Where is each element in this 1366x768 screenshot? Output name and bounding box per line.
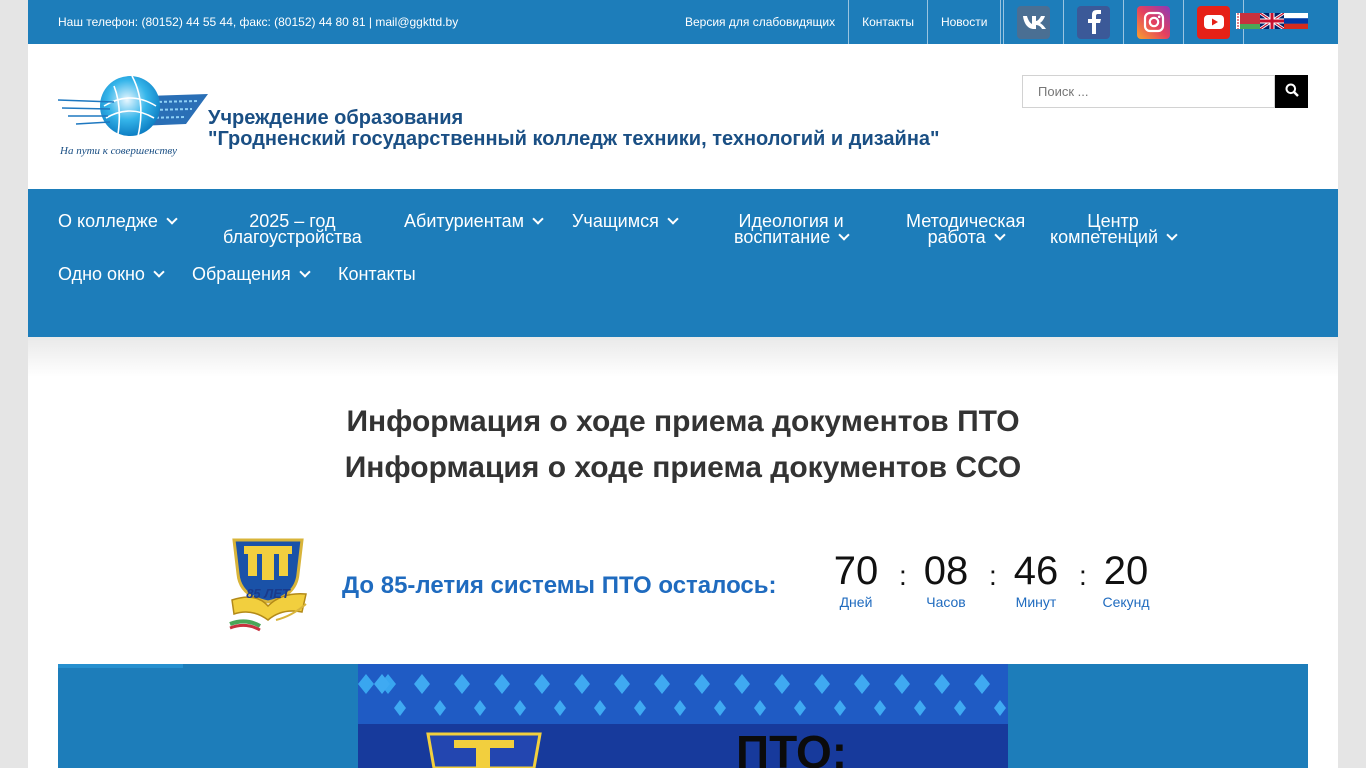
instagram-icon[interactable] bbox=[1137, 5, 1170, 39]
slider-progress bbox=[58, 664, 183, 668]
nav-item-year-2025[interactable]: 2025 – год благоустройства bbox=[223, 212, 362, 246]
contact-info: Наш телефон: (80152) 44 55 44, факс: (80… bbox=[58, 15, 459, 29]
logo-motto: На пути к совершенству bbox=[59, 145, 177, 157]
nav-item-methodical[interactable]: Методическая работа bbox=[906, 212, 1025, 246]
college-title[interactable]: Учреждение образования "Гродненский госу… bbox=[208, 108, 940, 150]
countdown-minutes: 46 Минут bbox=[1013, 549, 1059, 610]
college-title-line2: "Гродненский государственный колледж тех… bbox=[208, 128, 940, 150]
chevron-down-icon bbox=[993, 229, 1006, 241]
chevron-down-icon bbox=[838, 229, 850, 241]
chevron-down-icon bbox=[153, 266, 165, 278]
chevron-down-icon bbox=[667, 213, 679, 225]
contacts-top-link[interactable]: Контакты bbox=[849, 0, 928, 44]
nav-item-one-window[interactable]: Одно окно bbox=[58, 265, 165, 283]
nav-item-applicants[interactable]: Абитуриентам bbox=[404, 212, 544, 230]
vk-icon[interactable] bbox=[1017, 5, 1050, 39]
countdown-separator: : bbox=[899, 560, 907, 591]
nav-item-students[interactable]: Учащимся bbox=[572, 212, 679, 230]
en-flag-icon[interactable] bbox=[1260, 13, 1284, 29]
badge-text: 85 ЛЕТ bbox=[246, 586, 291, 601]
nav-item-appeals[interactable]: Обращения bbox=[192, 265, 311, 283]
countdown-days: 70 Дней bbox=[833, 549, 879, 610]
countdown-seconds: 20 Секунд bbox=[1102, 549, 1150, 610]
youtube-icon[interactable] bbox=[1197, 5, 1230, 39]
countdown-hours: 08 Часов bbox=[923, 549, 969, 610]
main-navigation: О колледже 2025 – год благоустройства Аби… bbox=[28, 189, 1338, 337]
college-logo[interactable]: На пути к совершенству bbox=[57, 72, 210, 160]
pto-85-years-emblem: 85 ЛЕТ bbox=[226, 534, 310, 634]
countdown-separator: : bbox=[1079, 560, 1087, 591]
nav-shadow bbox=[28, 337, 1338, 377]
ru-flag-icon[interactable] bbox=[1284, 13, 1308, 29]
search-button[interactable] bbox=[1275, 75, 1308, 108]
countdown-separator: : bbox=[989, 560, 997, 591]
social-links bbox=[1003, 0, 1244, 44]
top-bar: Наш телефон: (80152) 44 55 44, факс: (80… bbox=[28, 0, 1338, 44]
search-form bbox=[1022, 75, 1308, 108]
banner-text: ПТО: bbox=[736, 726, 847, 768]
banner-slider[interactable]: ПТО: bbox=[58, 664, 1308, 768]
nav-item-competence-center[interactable]: Центр компетенций bbox=[1050, 212, 1178, 246]
info-link-pto[interactable]: Информация о ходе приема документов ПТО bbox=[28, 405, 1338, 439]
search-icon bbox=[1285, 83, 1299, 100]
countdown-label: До 85-летия системы ПТО осталось: bbox=[342, 572, 777, 599]
chevron-down-icon bbox=[299, 266, 311, 278]
chevron-down-icon bbox=[1166, 229, 1178, 241]
info-link-sso[interactable]: Информация о ходе приема документов ССО bbox=[28, 451, 1338, 485]
top-links: Версия для слабовидящих Контакты Новости bbox=[672, 0, 1002, 44]
college-title-line1: Учреждение образования bbox=[208, 107, 464, 129]
accessibility-version-link[interactable]: Версия для слабовидящих bbox=[672, 0, 850, 44]
nav-item-about[interactable]: О колледже bbox=[58, 212, 178, 230]
page: Наш телефон: (80152) 44 55 44, факс: (80… bbox=[28, 0, 1338, 768]
facebook-icon[interactable] bbox=[1077, 5, 1110, 39]
chevron-down-icon bbox=[532, 213, 544, 225]
nav-item-ideology[interactable]: Идеология и воспитание bbox=[734, 212, 850, 246]
banner-image[interactable]: ПТО: bbox=[358, 664, 1008, 768]
news-top-link[interactable]: Новости bbox=[928, 0, 1002, 44]
language-switcher bbox=[1236, 13, 1308, 29]
chevron-down-icon bbox=[166, 213, 178, 225]
nav-item-contacts[interactable]: Контакты bbox=[338, 265, 416, 283]
be-flag-icon[interactable] bbox=[1236, 13, 1260, 29]
search-input[interactable] bbox=[1022, 75, 1275, 108]
